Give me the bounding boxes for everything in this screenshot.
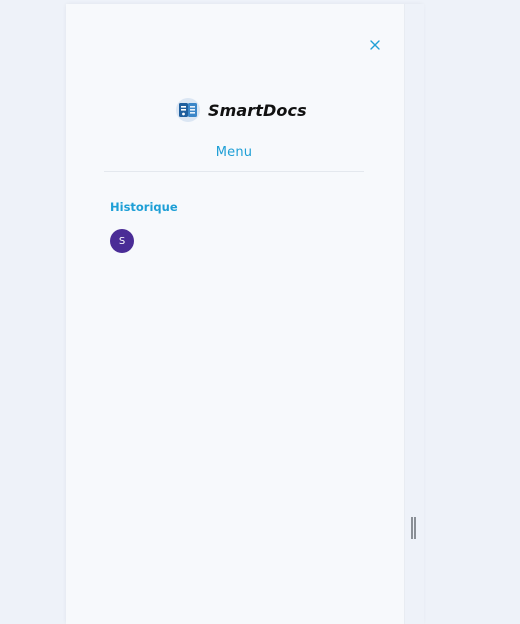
history-section-label: Historique — [110, 200, 178, 214]
brand[interactable]: SmartDocs — [175, 97, 307, 123]
resize-handle[interactable] — [411, 517, 417, 539]
close-button[interactable] — [366, 36, 384, 54]
smartdocs-logo-icon — [175, 97, 201, 123]
close-icon — [370, 40, 380, 50]
menu-divider — [104, 171, 364, 172]
menu-title: Menu — [215, 145, 253, 160]
history-avatar[interactable]: S — [110, 229, 134, 253]
avatar-initial: S — [118, 235, 126, 247]
brand-name: SmartDocs — [208, 100, 307, 120]
